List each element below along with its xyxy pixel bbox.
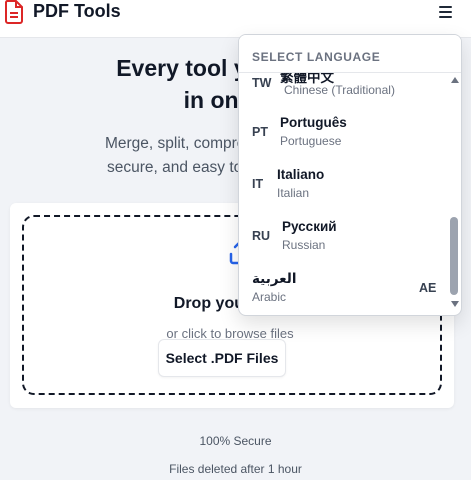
app-header: PDF Tools	[0, 0, 471, 38]
language-native-name: Português	[280, 115, 347, 130]
language-list: TW 繁體中文 Chinese (Traditional) PT Portugu…	[239, 35, 449, 315]
language-menu-header: SELECT LANGUAGE	[239, 35, 461, 73]
hamburger-menu-icon[interactable]	[436, 3, 456, 21]
language-item-ar[interactable]: العربية Arabic AE	[239, 271, 449, 315]
language-code: IT	[252, 177, 264, 191]
language-menu-header-label: SELECT LANGUAGE	[252, 50, 381, 64]
scroll-thumb[interactable]	[450, 217, 458, 295]
language-english-name: Portuguese	[280, 134, 342, 148]
language-native-name: العربية	[252, 271, 297, 286]
files-deleted-badge: Files deleted after 1 hour	[169, 462, 302, 476]
language-native-name: Русский	[282, 219, 337, 234]
language-list-scrollbar[interactable]	[448, 73, 461, 315]
language-item-pt[interactable]: PT Português Portuguese	[239, 115, 449, 167]
scroll-up-arrow-icon[interactable]	[451, 77, 459, 83]
language-english-name: Russian	[282, 238, 326, 252]
language-code: TW	[252, 76, 272, 90]
pdf-file-icon	[4, 0, 23, 24]
select-pdf-files-button[interactable]: Select .PDF Files	[158, 339, 286, 377]
language-english-name: Italian	[277, 186, 310, 200]
language-code: PT	[252, 125, 268, 139]
language-english-name: Arabic	[252, 290, 287, 304]
language-dropdown: TW 繁體中文 Chinese (Traditional) PT Portugu…	[238, 34, 462, 316]
language-item-zh-tw[interactable]: TW 繁體中文 Chinese (Traditional)	[239, 68, 449, 120]
language-item-it[interactable]: IT Italiano Italian	[239, 167, 449, 219]
language-code: RU	[252, 229, 271, 243]
app-title: PDF Tools	[33, 1, 121, 21]
scroll-down-arrow-icon[interactable]	[451, 301, 459, 307]
secure-badge: 100% Secure	[199, 434, 272, 448]
language-native-name: Italiano	[277, 167, 325, 182]
language-code: AE	[419, 281, 437, 295]
language-item-ru[interactable]: RU Русский Russian	[239, 219, 449, 271]
language-english-name: Chinese (Traditional)	[284, 83, 395, 97]
